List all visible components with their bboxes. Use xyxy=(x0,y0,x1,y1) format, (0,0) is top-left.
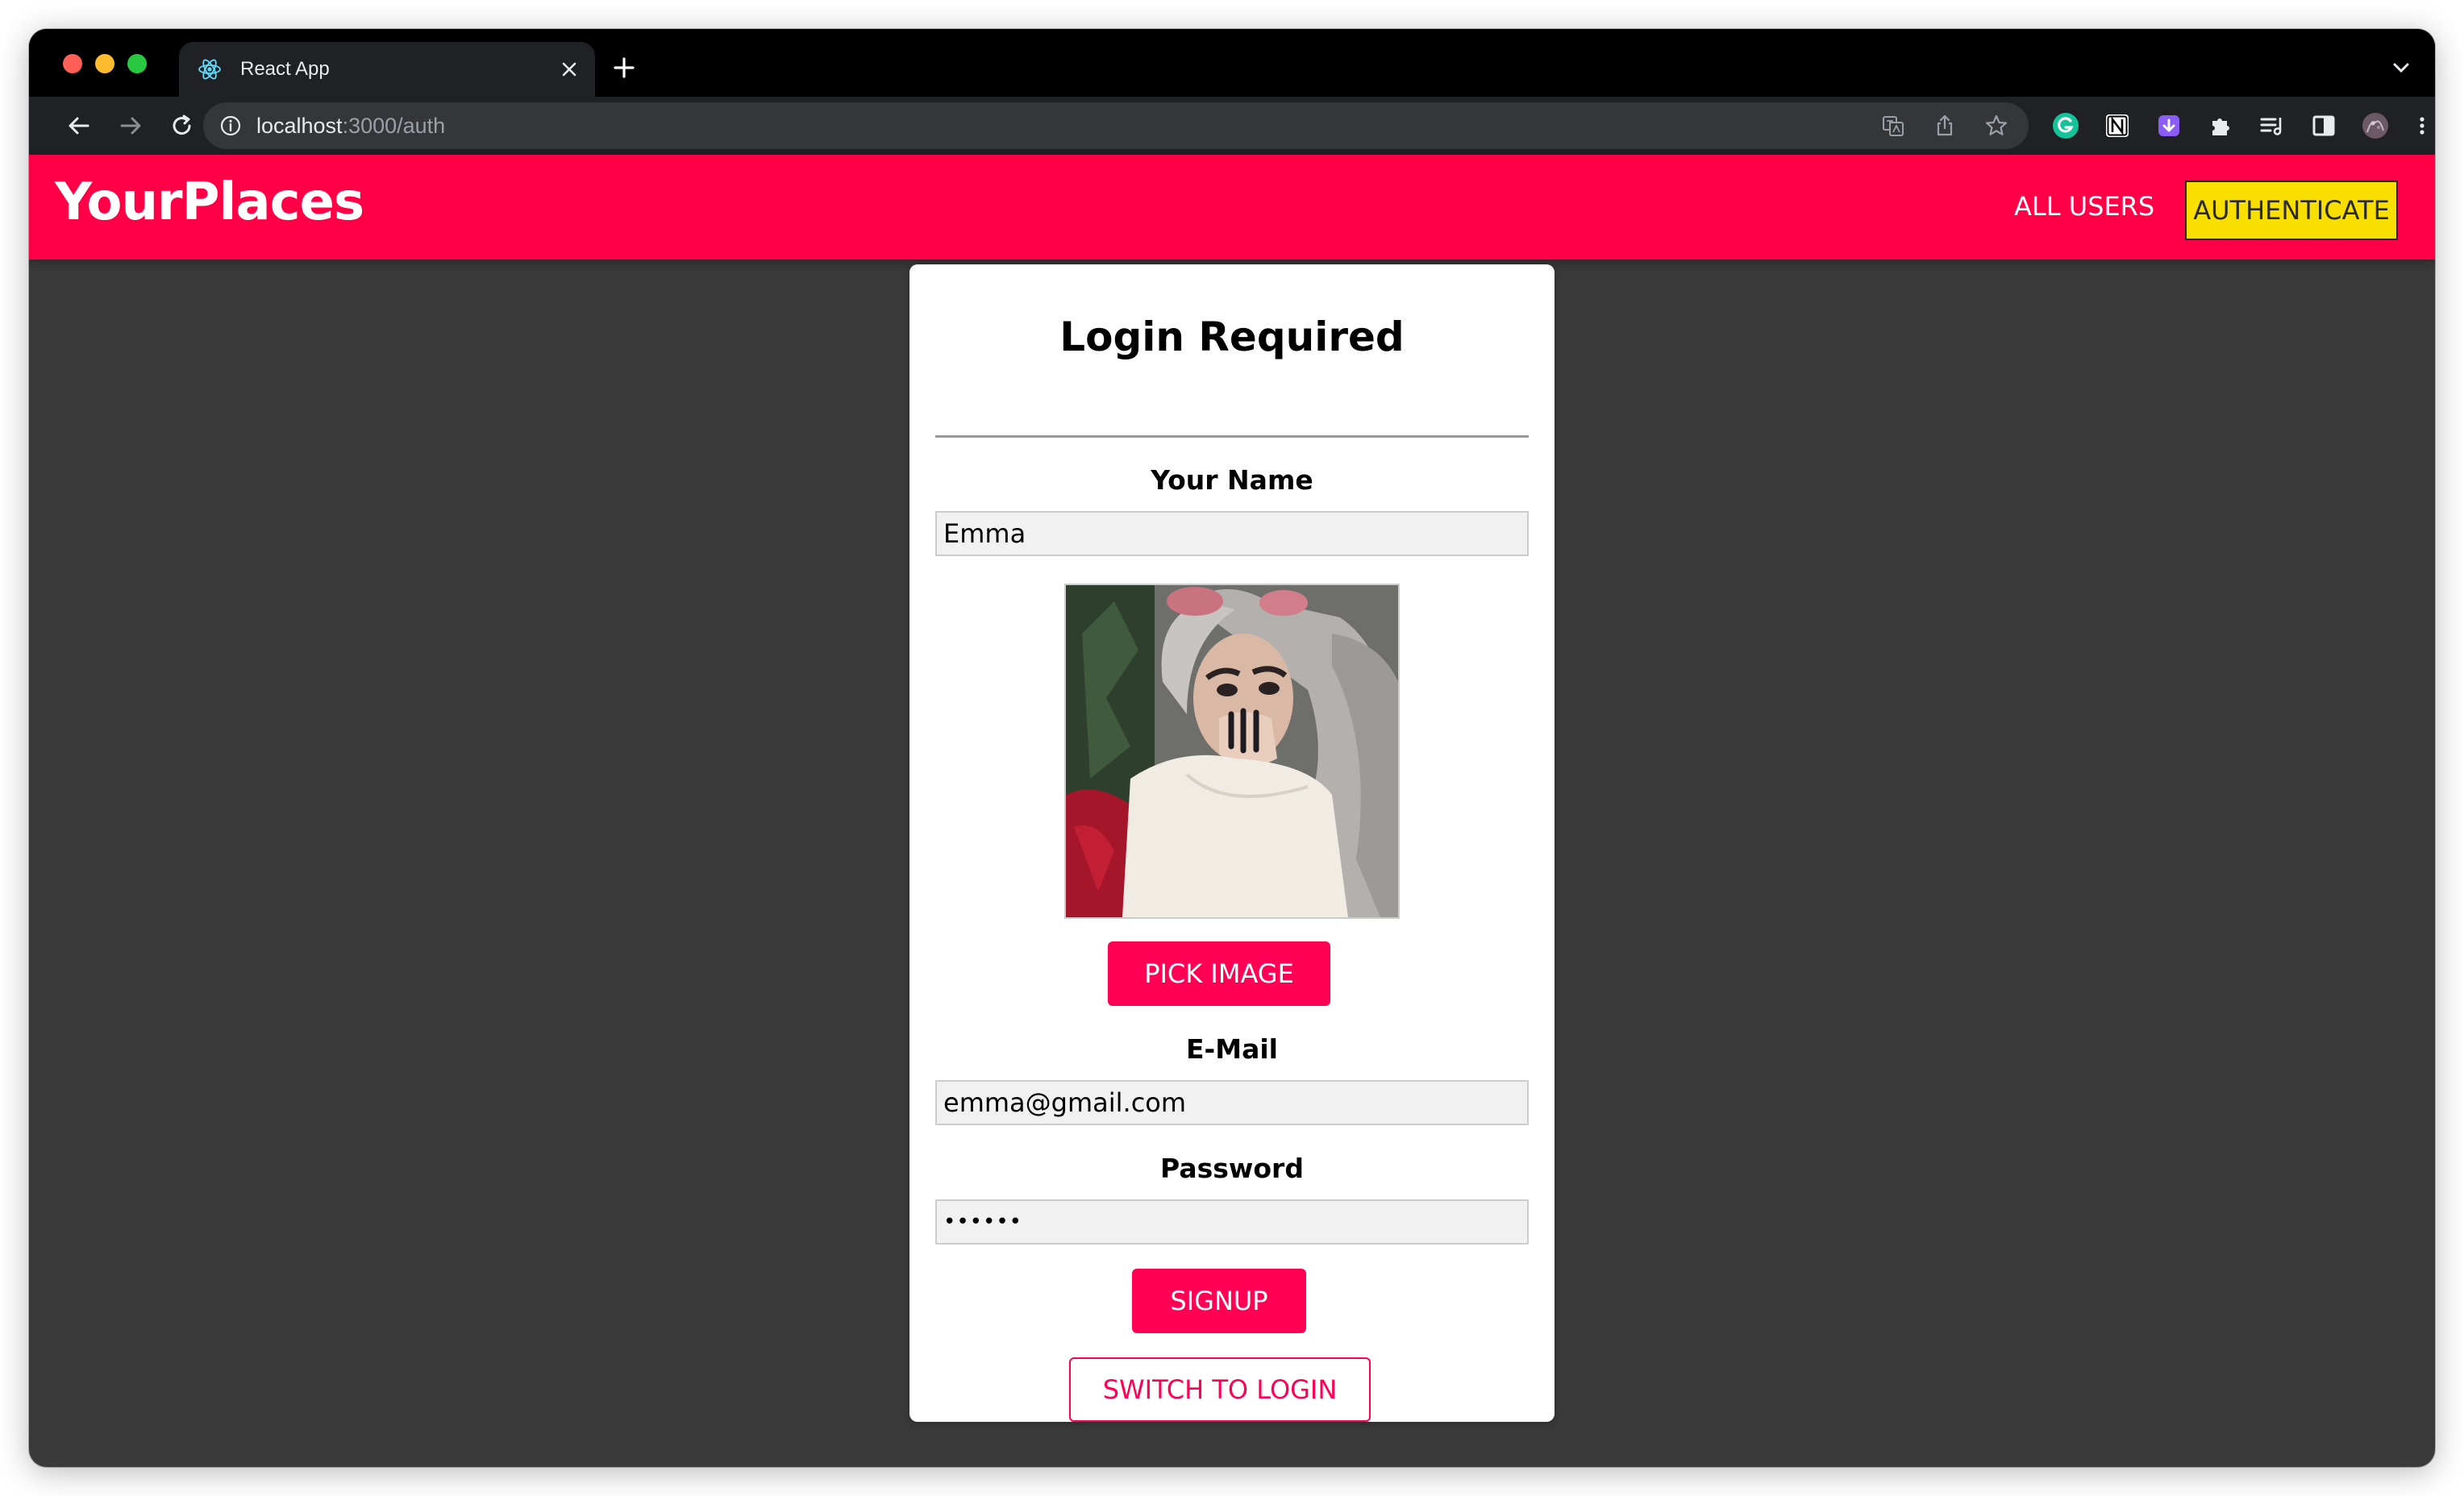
url-text[interactable]: localhost:3000/auth xyxy=(256,112,445,139)
back-arrow-icon[interactable] xyxy=(65,111,94,140)
forward-arrow-icon[interactable] xyxy=(116,111,145,140)
nav-authenticate[interactable]: AUTHENTICATE xyxy=(2185,181,2398,240)
extensions-puzzle-icon[interactable] xyxy=(2206,111,2235,140)
tab-react-app[interactable]: React App xyxy=(179,42,595,97)
translate-icon[interactable] xyxy=(1880,113,1906,139)
close-window-button[interactable] xyxy=(63,54,82,73)
notion-icon[interactable] xyxy=(2103,111,2132,140)
url-host: localhost xyxy=(256,114,343,138)
nav-all-users[interactable]: ALL USERS xyxy=(2014,189,2154,224)
reload-icon[interactable] xyxy=(168,111,197,140)
password-label: Password xyxy=(1160,1153,1304,1184)
extension-shield-icon[interactable] xyxy=(2154,111,2183,140)
email-field[interactable]: emma@gmail.com xyxy=(935,1080,1529,1125)
email-label: E-Mail xyxy=(1186,1033,1278,1065)
browser-window: React App localhost:3000/auth YourPlaces… xyxy=(29,29,2435,1467)
share-icon[interactable] xyxy=(1932,113,1958,139)
browser-menu-icon[interactable] xyxy=(2412,111,2432,140)
brand-logo[interactable]: YourPlaces xyxy=(55,172,364,232)
grammarly-icon[interactable] xyxy=(2051,111,2080,140)
tab-title: React App xyxy=(240,58,330,80)
name-label: Your Name xyxy=(1151,464,1313,496)
profile-photo-image xyxy=(1066,585,1398,917)
pick-image-button[interactable]: PICK IMAGE xyxy=(1108,941,1330,1006)
side-panel-icon[interactable] xyxy=(2309,111,2338,140)
password-field[interactable]: •••••• xyxy=(935,1199,1529,1245)
switch-to-login-button[interactable]: SWITCH TO LOGIN xyxy=(1069,1357,1371,1422)
star-icon[interactable] xyxy=(1983,113,2009,139)
new-tab-icon[interactable] xyxy=(611,55,637,81)
address-bar[interactable]: localhost:3000/auth xyxy=(203,102,2029,149)
maximize-window-button[interactable] xyxy=(127,54,147,73)
reading-list-icon[interactable] xyxy=(2258,111,2287,140)
main-header: YourPlaces ALL USERS AUTHENTICATE xyxy=(29,155,2435,260)
chevron-down-icon[interactable] xyxy=(2390,56,2412,79)
page-title: Login Required xyxy=(1059,314,1405,360)
divider xyxy=(935,435,1529,438)
react-icon xyxy=(198,59,221,80)
url-path: :3000/auth xyxy=(342,114,446,138)
info-icon[interactable] xyxy=(219,114,242,137)
name-input[interactable]: Emma xyxy=(935,511,1529,556)
tab-strip: React App xyxy=(29,29,2435,97)
image-preview xyxy=(1064,584,1400,919)
minimize-window-button[interactable] xyxy=(95,54,114,73)
browser-toolbar: localhost:3000/auth xyxy=(29,97,2435,155)
profile-avatar-icon[interactable] xyxy=(2361,111,2390,140)
auth-card: Login Required Your Name Emma PICK IMAGE… xyxy=(909,264,1555,1422)
close-icon[interactable] xyxy=(556,56,582,82)
signup-button[interactable]: SIGNUP xyxy=(1132,1269,1306,1333)
